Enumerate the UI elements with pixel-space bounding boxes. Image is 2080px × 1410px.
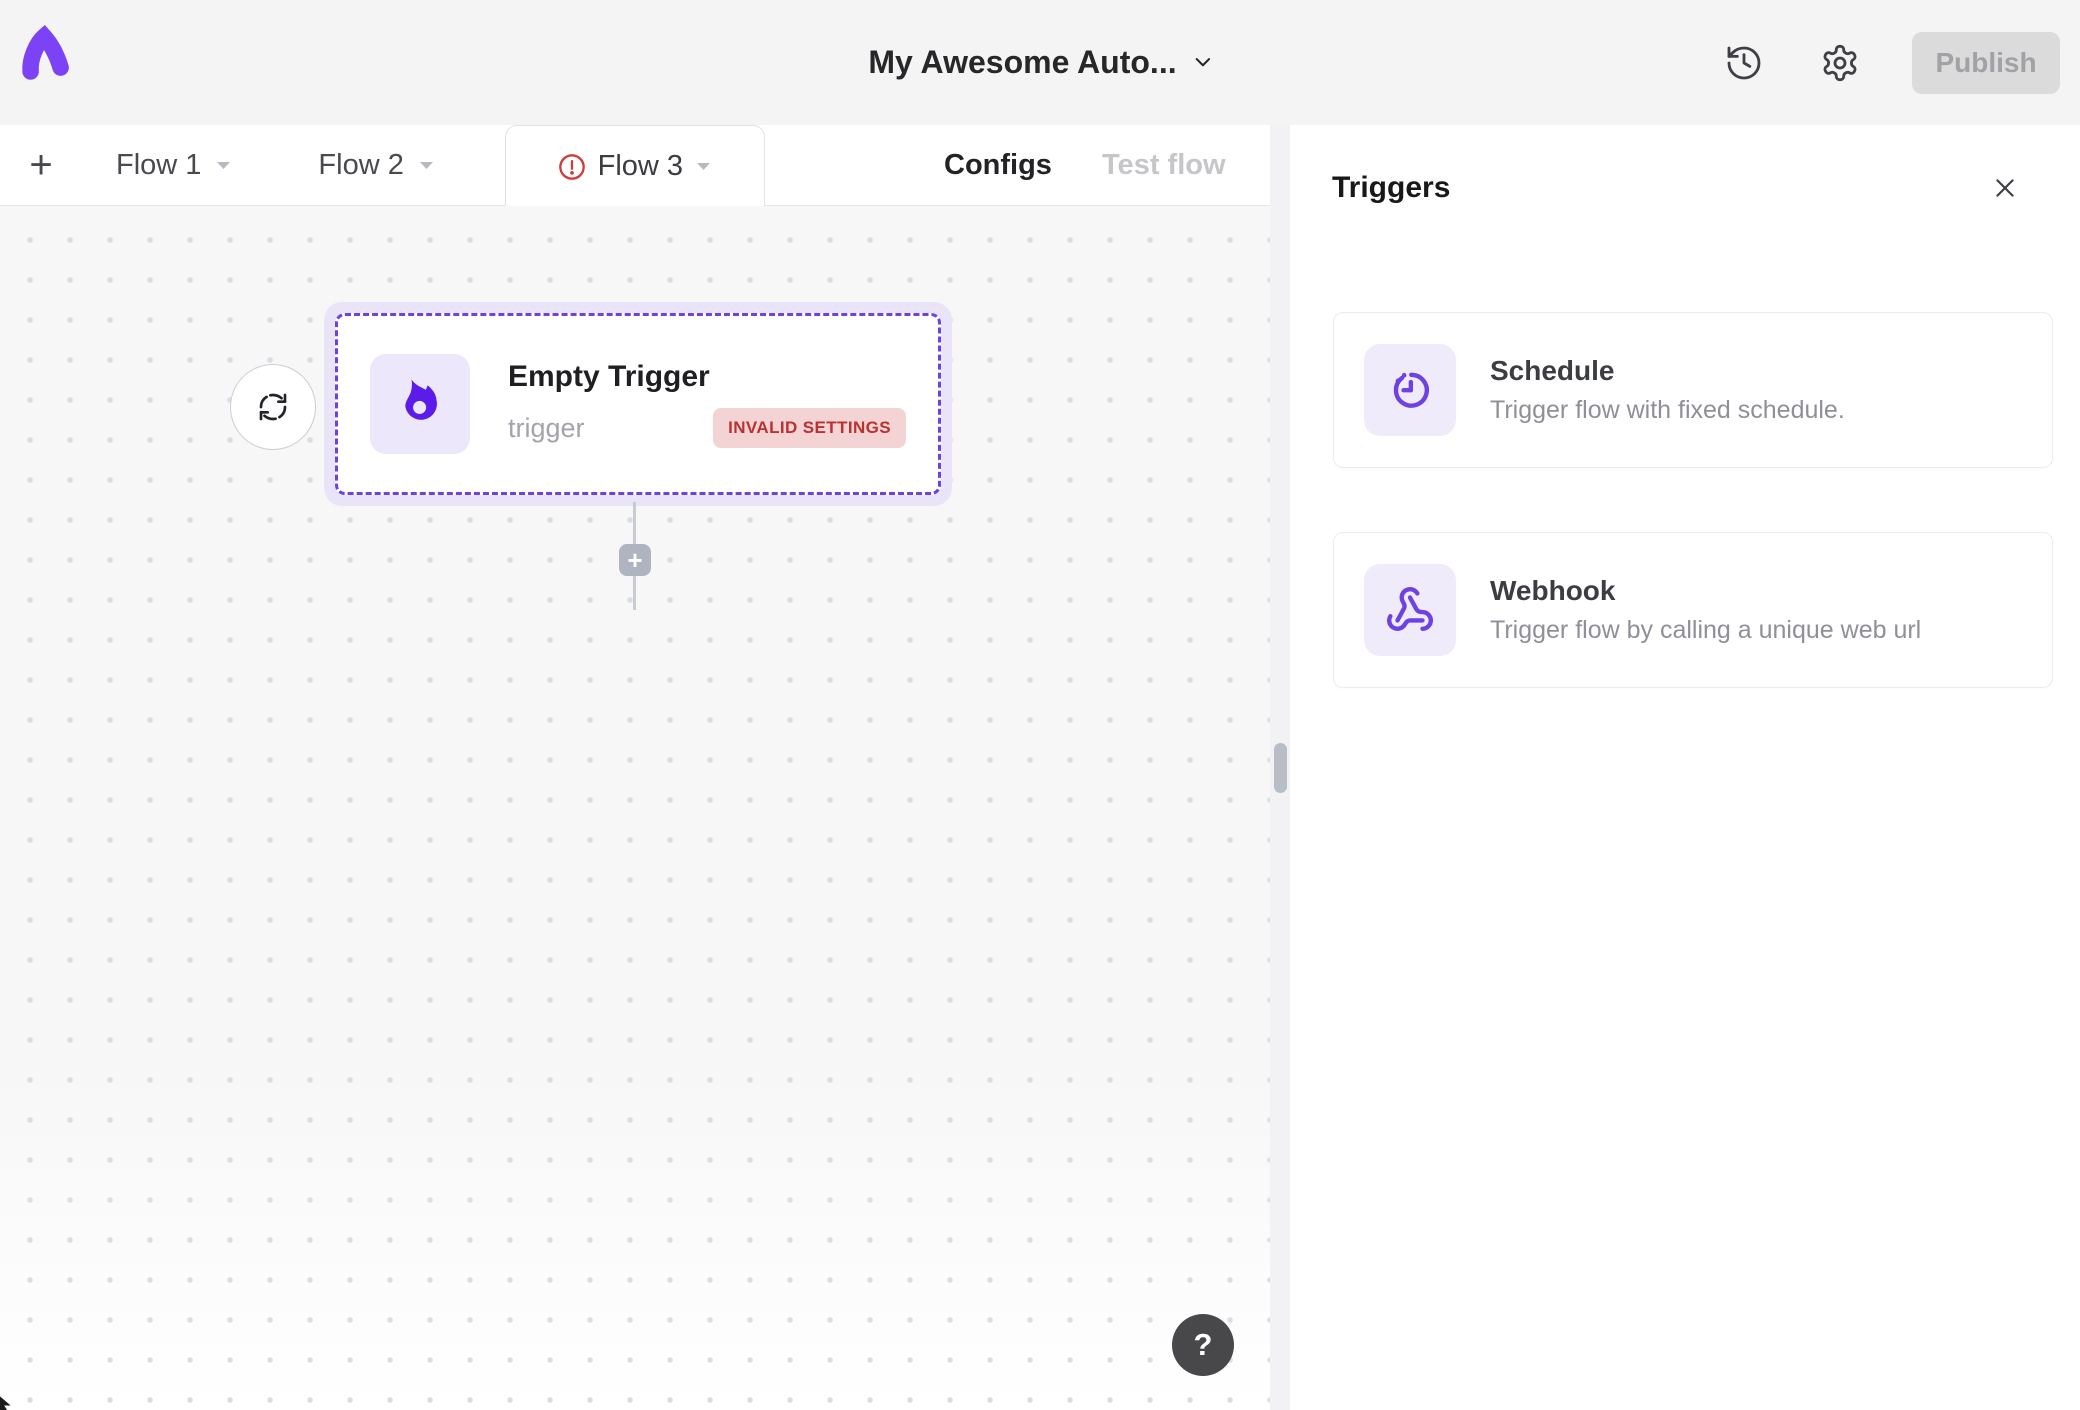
retry-trigger-button[interactable] (230, 364, 316, 450)
schedule-card-text: Schedule Trigger flow with fixed schedul… (1490, 355, 1845, 425)
close-panel-button[interactable] (1988, 171, 2022, 205)
triggers-panel: Triggers Schedule Trigger flow with (1290, 125, 2080, 1410)
timer-icon (1385, 365, 1435, 415)
trigger-node-card[interactable]: Empty Trigger trigger INVALID SETTINGS (335, 313, 941, 495)
canvas-scrollbar-thumb[interactable] (1274, 743, 1287, 793)
flow-tab-bar: + Flow 1 Flow 2 Flow 3 Config (0, 125, 1270, 206)
chevron-down-icon (1195, 57, 1212, 68)
tab-flow-1[interactable]: Flow 1 (90, 125, 258, 205)
canvas-scrollbar-track (1270, 125, 1290, 1410)
tab-label: Flow 1 (116, 149, 201, 182)
trigger-node-selected[interactable]: Empty Trigger trigger INVALID SETTINGS (324, 302, 952, 506)
question-mark-icon: ? (1194, 1327, 1213, 1363)
webhook-card-text: Webhook Trigger flow by calling a unique… (1490, 575, 1921, 645)
close-icon (1992, 175, 2018, 201)
publish-button[interactable]: Publish (1912, 32, 2060, 94)
gear-icon (1820, 43, 1860, 83)
add-flow-button[interactable]: + (18, 142, 64, 188)
caret-down-icon[interactable] (418, 160, 435, 171)
configs-button[interactable]: Configs (944, 125, 1052, 206)
trigger-node-subtitle: trigger (508, 413, 585, 444)
flame-icon (391, 375, 449, 433)
caret-down-icon[interactable] (215, 160, 232, 171)
history-icon (1724, 43, 1764, 83)
caret-down-icon[interactable] (695, 161, 712, 172)
version-history-button[interactable] (1718, 37, 1770, 89)
invalid-settings-badge: INVALID SETTINGS (713, 408, 906, 448)
panel-title: Triggers (1332, 171, 1450, 205)
tab-label: Flow 2 (318, 149, 403, 182)
mouse-cursor-icon (0, 1392, 22, 1410)
help-button[interactable]: ? (1172, 1314, 1234, 1376)
trigger-option-schedule[interactable]: Schedule Trigger flow with fixed schedul… (1333, 312, 2053, 468)
test-flow-button: Test flow (1102, 125, 1226, 206)
schedule-icon-box (1364, 344, 1456, 436)
trigger-card-title: Schedule (1490, 355, 1845, 387)
refresh-icon (257, 391, 289, 423)
trigger-card-title: Webhook (1490, 575, 1921, 607)
top-bar: My Awesome Auto... Publish (0, 0, 2080, 125)
triggers-panel-header: Triggers (1290, 125, 2080, 205)
tab-flow-2[interactable]: Flow 2 (292, 125, 460, 205)
add-step-button[interactable]: + (619, 544, 651, 576)
alert-circle-icon (558, 153, 586, 181)
app-window: My Awesome Auto... Publish (0, 0, 2080, 1410)
webhook-icon-box (1364, 564, 1456, 656)
tab-label: Flow 3 (598, 150, 683, 183)
top-actions: Publish (1718, 0, 2060, 125)
flow-title: My Awesome Auto... (868, 44, 1176, 81)
flow-canvas[interactable]: Empty Trigger trigger INVALID SETTINGS +… (0, 206, 1270, 1410)
trigger-node-icon-box (370, 354, 470, 454)
app-logo-icon (18, 24, 80, 86)
tab-flow-3-active[interactable]: Flow 3 (505, 125, 765, 207)
trigger-node-text: Empty Trigger trigger INVALID SETTINGS (508, 360, 906, 448)
plus-icon: + (29, 143, 52, 188)
webhook-icon (1385, 585, 1435, 635)
trigger-option-webhook[interactable]: Webhook Trigger flow by calling a unique… (1333, 532, 2053, 688)
trigger-card-description: Trigger flow by calling a unique web url (1490, 616, 1921, 645)
trigger-node-title: Empty Trigger (508, 360, 906, 394)
trigger-card-description: Trigger flow with fixed schedule. (1490, 396, 1845, 425)
settings-button[interactable] (1814, 37, 1866, 89)
flow-title-menu[interactable]: My Awesome Auto... (868, 0, 1211, 125)
